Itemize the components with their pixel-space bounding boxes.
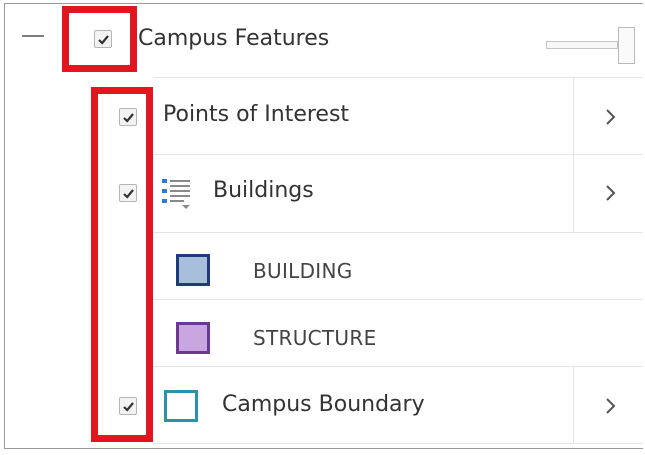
building-swatch	[176, 254, 210, 286]
points-of-interest-label: Points of Interest	[163, 102, 350, 127]
opacity-slider-thumb[interactable]	[618, 27, 635, 64]
structure-swatch	[176, 322, 210, 354]
legend-list-icon[interactable]	[160, 177, 196, 211]
row-divider	[153, 443, 643, 444]
campus-boundary-swatch	[164, 390, 198, 422]
row-divider	[153, 366, 643, 367]
structure-legend-label: STRUCTURE	[253, 326, 377, 350]
row-divider	[153, 77, 643, 78]
group-checkbox-highlight	[62, 6, 137, 72]
opacity-slider-track[interactable]	[546, 41, 618, 49]
column-divider	[573, 367, 574, 443]
row-divider	[153, 154, 643, 155]
chevron-right-icon[interactable]	[604, 182, 618, 204]
chevron-right-icon[interactable]	[604, 395, 618, 417]
row-divider	[153, 299, 643, 300]
collapse-group-button[interactable]	[22, 35, 44, 37]
column-divider	[573, 155, 574, 232]
campus-boundary-label: Campus Boundary	[222, 392, 425, 417]
column-divider	[573, 78, 574, 154]
building-legend-label: BUILDING	[253, 259, 353, 283]
buildings-label: Buildings	[213, 178, 314, 203]
group-label: Campus Features	[138, 26, 330, 51]
row-divider	[153, 232, 643, 233]
chevron-right-icon[interactable]	[604, 106, 618, 128]
layer-checkboxes-highlight	[91, 87, 153, 442]
